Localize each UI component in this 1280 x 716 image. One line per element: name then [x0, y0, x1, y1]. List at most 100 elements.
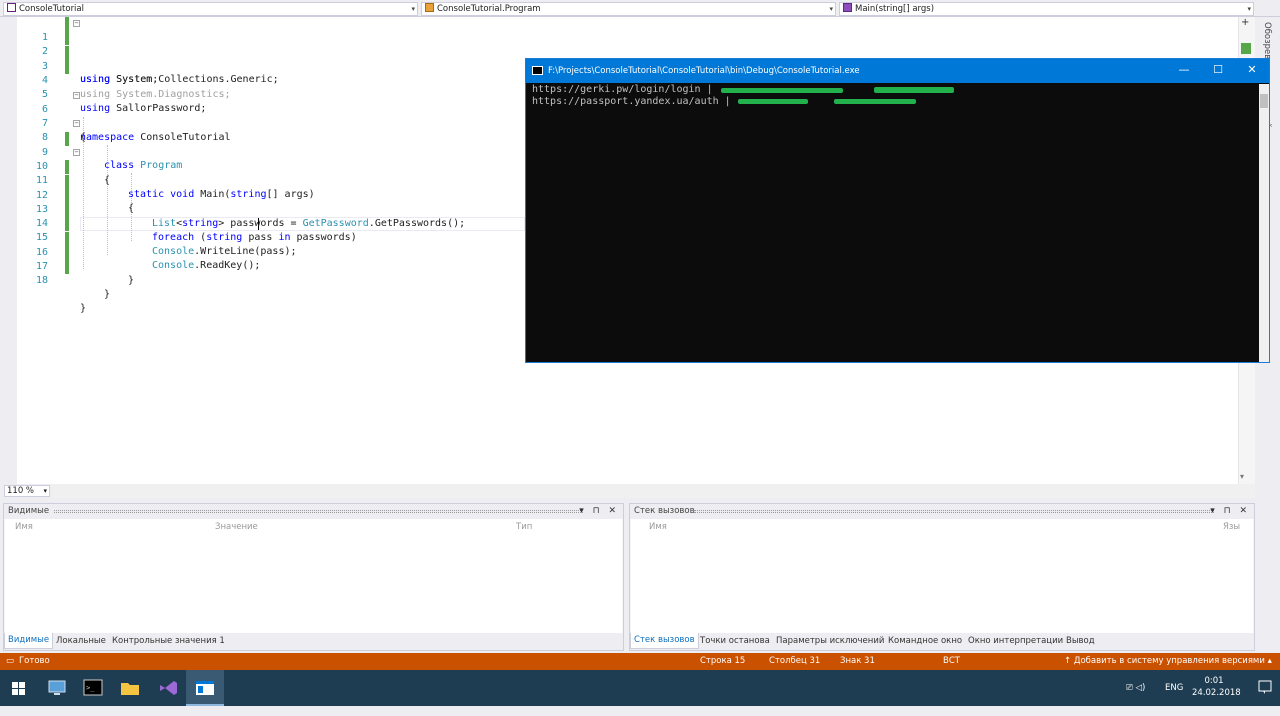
code-text: } — [80, 303, 87, 314]
column-header-name[interactable]: Имя — [649, 522, 667, 532]
console-scrollbar[interactable] — [1259, 84, 1269, 362]
tab-output[interactable]: Вывод — [1066, 633, 1095, 650]
close-button[interactable]: ✕ — [1235, 59, 1269, 83]
panel-controls[interactable]: ▾ ⊓ ✕ — [1210, 504, 1250, 519]
panel-tabs: Стек вызовов Точки останова Параметры ис… — [630, 633, 1254, 650]
change-marker — [65, 203, 69, 217]
code-text: } — [128, 275, 135, 286]
fold-toggle-icon[interactable]: − — [73, 120, 80, 127]
panel-header: Видимые ▾ ⊓ ✕ — [4, 504, 623, 519]
status-char: Знак 31 — [840, 656, 875, 666]
panel-title: Видимые — [8, 506, 50, 516]
redacted-username — [721, 88, 843, 93]
windows-logo-icon — [12, 682, 25, 695]
taskbar-app-explorer[interactable] — [111, 670, 149, 706]
visual-studio-icon — [160, 681, 177, 695]
add-to-source-control-button[interactable]: ↑ Добавить в систему управления версиями… — [1064, 653, 1272, 670]
column-header-value[interactable]: Значение — [215, 522, 258, 532]
panel-body: Имя Значение Тип — [5, 519, 622, 633]
code-line-2: 2 using System.Collections.Generic; — [17, 31, 1238, 85]
change-marker — [65, 217, 69, 231]
change-marker — [65, 132, 69, 146]
console-app-icon — [532, 66, 543, 75]
class-dropdown-label: ConsoleTutorial.Program — [437, 4, 541, 14]
clock[interactable]: 0:01 24.02.2018 — [1192, 675, 1241, 701]
window-icon — [196, 681, 214, 695]
tab-call-stack[interactable]: Стек вызовов — [630, 633, 699, 649]
chevron-down-icon: ▾ — [829, 5, 833, 13]
console-output-line: https://passport.yandex.ua/auth | — [532, 96, 737, 107]
taskbar-app-window[interactable] — [186, 670, 224, 706]
status-ready: Готово — [19, 656, 50, 666]
tab-locals[interactable]: Локальные — [56, 633, 106, 650]
change-marker — [65, 246, 69, 260]
tray-network-volume-icon[interactable]: ⎚ ◁) — [1126, 670, 1145, 706]
tab-exception-settings[interactable]: Параметры исключений — [776, 633, 884, 650]
column-header-type[interactable]: Тип — [516, 522, 532, 532]
clock-time: 0:01 — [1204, 676, 1224, 686]
method-icon — [843, 3, 852, 12]
split-plus-icon[interactable]: + — [1241, 17, 1249, 28]
editor-horizontal-scrollbar[interactable] — [52, 484, 1255, 498]
taskbar-app-visual-studio[interactable] — [149, 670, 187, 706]
chevron-down-icon: ▾ — [411, 5, 415, 13]
tab-watch-1[interactable]: Контрольные значения 1 — [112, 633, 225, 650]
panel-grip[interactable] — [54, 510, 583, 513]
column-header-name[interactable]: Имя — [15, 522, 33, 532]
ready-icon: ▭ — [6, 656, 15, 666]
project-dropdown[interactable]: ConsoleTutorial ▾ — [3, 2, 418, 16]
fold-toggle-icon[interactable]: − — [73, 149, 80, 156]
scroll-down-icon[interactable]: ▾ — [1240, 472, 1244, 481]
change-marker — [65, 189, 69, 203]
status-line: Строка 15 — [700, 656, 746, 666]
change-marker — [65, 175, 69, 189]
code-line-1: 1 − using System; — [17, 17, 1238, 85]
change-marker — [65, 46, 69, 60]
redacted-username — [738, 99, 808, 104]
taskbar-app-console[interactable]: >_ — [74, 670, 112, 706]
monitor-icon — [48, 680, 66, 695]
start-button[interactable] — [0, 670, 38, 706]
console-title-bar[interactable]: F:\Projects\ConsoleTutorial\ConsoleTutor… — [526, 59, 1269, 83]
call-stack-panel: Стек вызовов ▾ ⊓ ✕ Имя Язы Стек вызовов … — [629, 503, 1255, 651]
maximize-button[interactable]: ☐ — [1201, 59, 1235, 83]
minimize-button[interactable]: — — [1167, 59, 1201, 83]
taskbar-app-monitor[interactable] — [38, 670, 76, 706]
class-dropdown[interactable]: ConsoleTutorial.Program ▾ — [421, 2, 836, 16]
panel-tabs: Видимые Локальные Контрольные значения 1 — [4, 633, 623, 650]
fold-toggle-icon[interactable]: − — [73, 92, 80, 99]
change-marker — [65, 232, 69, 246]
tab-autos[interactable]: Видимые — [4, 633, 54, 649]
class-icon — [425, 3, 434, 12]
change-marker — [65, 17, 69, 31]
panel-grip[interactable] — [694, 510, 1214, 513]
redacted-password — [874, 87, 954, 93]
console-icon: >_ — [83, 679, 103, 696]
status-bar: ▭ Готово Строка 15 Столбец 31 Знак 31 ВС… — [0, 653, 1280, 670]
column-header-language[interactable]: Язы — [1223, 522, 1240, 532]
change-marker — [1241, 43, 1251, 54]
zoom-dropdown[interactable]: 110 % ▾ — [4, 485, 50, 497]
panel-controls[interactable]: ▾ ⊓ ✕ — [579, 504, 619, 519]
language-indicator[interactable]: ENG — [1165, 670, 1183, 706]
fold-toggle-icon[interactable]: − — [73, 20, 80, 27]
clock-date: 24.02.2018 — [1192, 688, 1241, 698]
line-number: 18 — [35, 275, 48, 286]
member-dropdown[interactable]: Main(string[] args) ▾ — [839, 2, 1254, 16]
console-output-line: https://gerki.pw/login/login | — [532, 84, 719, 95]
folder-icon — [121, 683, 139, 695]
member-dropdown-label: Main(string[] args) — [855, 4, 935, 14]
tab-breakpoints[interactable]: Точки останова — [700, 633, 770, 650]
notifications-icon[interactable] — [1255, 676, 1275, 700]
console-window[interactable]: F:\Projects\ConsoleTutorial\ConsoleTutor… — [525, 58, 1270, 363]
scroll-thumb[interactable] — [1260, 94, 1268, 108]
status-insert-mode: ВСТ — [943, 656, 960, 666]
tab-command-window[interactable]: Командное окно — [888, 633, 962, 650]
code-text: } — [104, 289, 111, 300]
zoom-value: 110 % — [7, 486, 35, 496]
svg-text:>_: >_ — [86, 684, 95, 692]
console-window-title: F:\Projects\ConsoleTutorial\ConsoleTutor… — [548, 66, 860, 76]
change-marker — [65, 60, 69, 74]
tab-immediate-window[interactable]: Окно интерпретации — [968, 633, 1063, 650]
navigation-bar: ConsoleTutorial ▾ ConsoleTutorial.Progra… — [0, 0, 1280, 17]
